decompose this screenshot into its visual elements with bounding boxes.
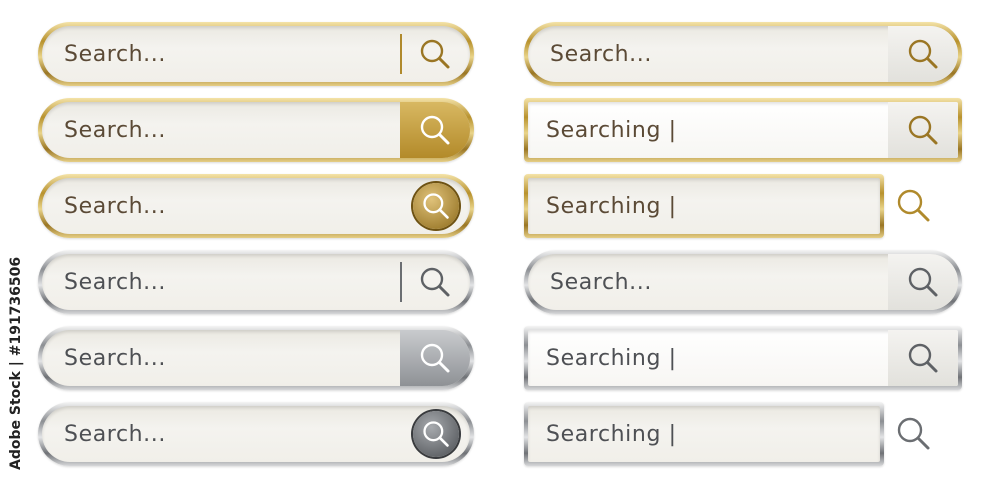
magnifying-glass-icon (908, 39, 938, 69)
search-button[interactable] (400, 26, 470, 82)
magnifying-glass-icon (908, 343, 938, 373)
search-value: Searching | (546, 421, 677, 447)
search-button[interactable] (888, 254, 958, 310)
gold-search-bar-circle: Search... (38, 174, 474, 238)
search-placeholder: Search... (64, 117, 166, 143)
search-field[interactable]: Searching | (528, 178, 880, 234)
search-button[interactable] (888, 330, 958, 386)
search-button[interactable] (408, 406, 464, 462)
magnifying-glass-icon (908, 115, 938, 145)
search-button[interactable] (400, 254, 470, 310)
search-button[interactable] (888, 26, 958, 82)
search-field[interactable]: Search... (42, 102, 470, 158)
circle-button-bg (413, 411, 459, 457)
search-field[interactable]: Search... (528, 254, 958, 310)
search-field[interactable]: Searching | (528, 330, 958, 386)
gold-search-bar-divider: Search... (38, 22, 474, 86)
magnifying-glass-icon (897, 189, 930, 222)
search-placeholder: Search... (550, 41, 652, 67)
search-field[interactable]: Search... (528, 26, 958, 82)
magnifying-glass-icon (423, 193, 449, 219)
search-placeholder: Search... (64, 269, 166, 295)
search-placeholder: Search... (550, 269, 652, 295)
search-field[interactable]: Search... (42, 178, 470, 234)
magnifying-glass-icon (420, 115, 450, 145)
search-value: Searching | (546, 193, 677, 219)
search-button[interactable] (894, 186, 934, 226)
silver-search-bar-rect-outside: Searching | (524, 402, 884, 466)
search-button[interactable] (894, 414, 934, 454)
gold-search-bar-rect-outside: Searching | (524, 174, 884, 238)
search-placeholder: Search... (64, 41, 166, 67)
silver-search-bar-box: Search... (524, 250, 962, 314)
search-field[interactable]: Search... (42, 406, 470, 462)
search-placeholder: Search... (64, 421, 166, 447)
search-button[interactable] (408, 178, 464, 234)
magnifying-glass-icon (423, 421, 449, 447)
silver-search-bar-rect-box: Searching | (524, 326, 962, 390)
search-button[interactable] (888, 102, 958, 158)
gold-search-bar-box: Search... (524, 22, 962, 86)
watermark-text: Adobe Stock | #191736506 (8, 256, 24, 470)
search-placeholder: Search... (64, 345, 166, 371)
search-placeholder: Search... (64, 193, 166, 219)
search-field[interactable]: Searching | (528, 406, 880, 462)
magnifying-glass-icon (420, 343, 450, 373)
search-field[interactable]: Search... (42, 330, 470, 386)
search-field[interactable]: Searching | (528, 102, 958, 158)
magnifying-glass-icon (908, 267, 938, 297)
search-value: Searching | (546, 117, 677, 143)
silver-search-bar-button: Search... (38, 326, 474, 390)
silver-search-bar-circle: Search... (38, 402, 474, 466)
search-button[interactable] (400, 330, 470, 386)
search-field[interactable]: Search... (42, 254, 470, 310)
magnifying-glass-icon (420, 39, 450, 69)
magnifying-glass-icon (897, 417, 930, 450)
gold-search-bar-button: Search... (38, 98, 474, 162)
silver-search-bar-divider: Search... (38, 250, 474, 314)
search-button[interactable] (400, 102, 470, 158)
magnifying-glass-icon (420, 267, 450, 297)
gold-search-bar-rect-box: Searching | (524, 98, 962, 162)
circle-button-bg (413, 183, 459, 229)
search-value: Searching | (546, 345, 677, 371)
search-field[interactable]: Search... (42, 26, 470, 82)
